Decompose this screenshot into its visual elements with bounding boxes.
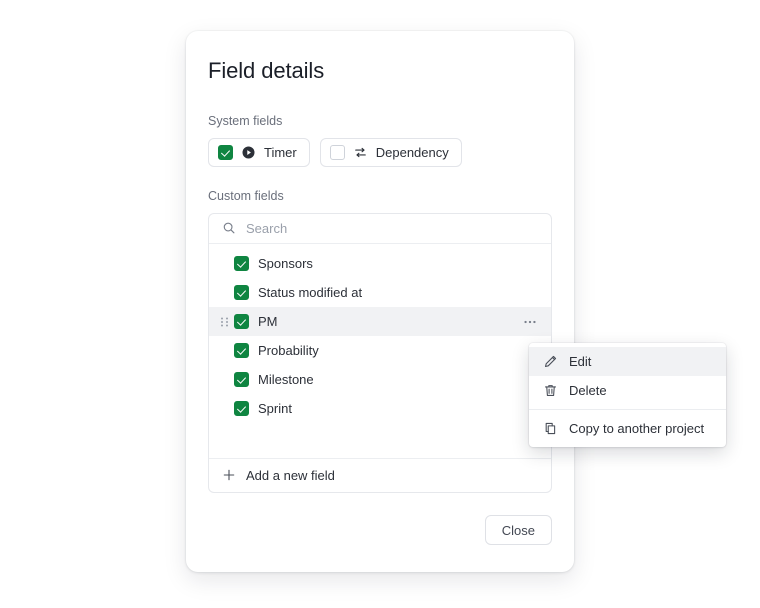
swap-arrows-icon: [353, 145, 368, 160]
field-checkbox[interactable]: [234, 343, 249, 358]
list-item[interactable]: Status modified at: [209, 278, 551, 307]
list-item-label: Probability: [258, 343, 319, 358]
copy-icon: [543, 421, 558, 436]
system-field-chip-timer[interactable]: Timer: [208, 138, 310, 167]
system-fields-label: System fields: [208, 114, 283, 128]
context-menu-item-copy-to-another-project[interactable]: Copy to another project: [529, 414, 726, 443]
context-menu-item-delete-label: Delete: [569, 383, 607, 398]
search-icon: [222, 221, 237, 236]
list-item-label: Status modified at: [258, 285, 363, 300]
drag-handle-icon[interactable]: [220, 315, 229, 329]
list-item[interactable]: Probability: [209, 336, 551, 365]
add-new-field-button[interactable]: Add a new field: [209, 458, 551, 492]
custom-fields-list: Sponsors Status modified at PM Probabili…: [209, 244, 551, 458]
row-overflow-menu-icon[interactable]: [521, 313, 539, 331]
list-item-label: Milestone: [258, 372, 314, 387]
search-input[interactable]: [246, 219, 538, 238]
field-checkbox[interactable]: [234, 314, 249, 329]
list-item-label: Sponsors: [258, 256, 313, 271]
page-title: Field details: [208, 58, 325, 83]
field-checkbox[interactable]: [234, 401, 249, 416]
list-item-label: Sprint: [258, 401, 292, 416]
context-menu-item-copy-label: Copy to another project: [569, 421, 705, 436]
field-checkbox[interactable]: [234, 372, 249, 387]
context-menu-item-edit[interactable]: Edit: [529, 347, 726, 376]
system-fields-row: Timer Dependency: [208, 138, 552, 167]
add-new-field-label: Add a new field: [246, 468, 335, 483]
pencil-icon: [543, 354, 558, 369]
trash-icon: [543, 383, 558, 398]
context-menu-item-delete[interactable]: Delete: [529, 376, 726, 405]
list-item-label: PM: [258, 314, 278, 329]
field-details-dialog: Field details System fields Timer Depend…: [186, 31, 726, 572]
close-button[interactable]: Close: [484, 515, 552, 545]
context-menu-separator: [529, 409, 726, 410]
custom-fields-panel: Sponsors: [208, 213, 552, 493]
timer-checkbox[interactable]: [218, 145, 233, 160]
list-item[interactable]: Sponsors: [209, 249, 551, 278]
system-field-chip-timer-label: Timer: [264, 145, 297, 160]
list-item-pm[interactable]: PM: [209, 307, 551, 336]
system-field-chip-dependency[interactable]: Dependency: [319, 138, 462, 167]
custom-fields-label: Custom fields: [208, 189, 284, 203]
field-checkbox[interactable]: [234, 285, 249, 300]
play-circle-icon: [241, 145, 256, 160]
search-row[interactable]: [209, 214, 551, 244]
dialog-footer: Close: [208, 515, 552, 545]
plus-icon: [222, 468, 237, 483]
dependency-checkbox[interactable]: [329, 145, 345, 160]
system-field-chip-dependency-label: Dependency: [375, 145, 449, 160]
dialog-body: Field details System fields Timer Depend…: [186, 31, 574, 572]
list-item[interactable]: Milestone: [209, 365, 551, 394]
list-item[interactable]: Sprint: [209, 394, 551, 423]
row-context-menu: Edit Delete Copy to another project: [529, 343, 726, 447]
context-menu-item-edit-label: Edit: [569, 354, 592, 369]
field-checkbox[interactable]: [234, 256, 249, 271]
